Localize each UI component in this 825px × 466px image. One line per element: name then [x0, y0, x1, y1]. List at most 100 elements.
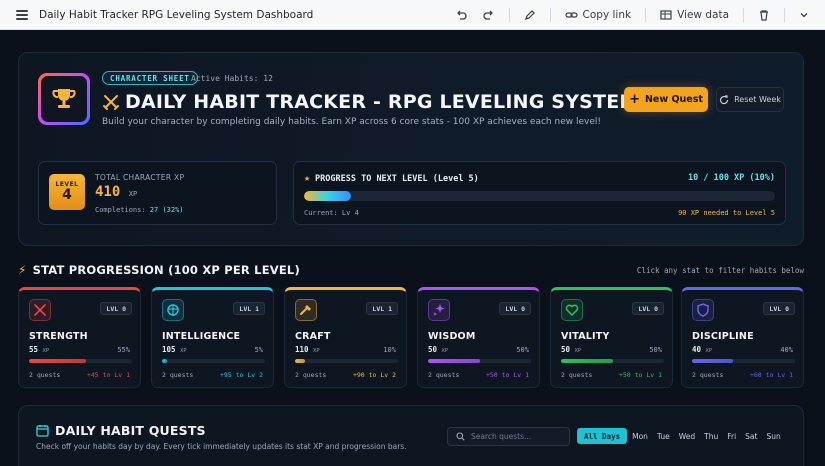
stat-progress-fill	[162, 359, 168, 363]
stat-card-vitality[interactable]: LVL 0 VITALITY 50 XP 50% 2 quests +50 to…	[550, 287, 673, 388]
sparkle-icon	[433, 304, 445, 316]
total-xp-unit: XP	[128, 190, 138, 198]
search-box	[447, 427, 570, 446]
stat-xp: 50 XP	[561, 345, 581, 354]
table-icon	[660, 9, 672, 20]
view-data-button[interactable]: View data	[654, 6, 735, 24]
stat-card-discipline[interactable]: LVL 0 DISCIPLINE 40 XP 40% 2 quests +60 …	[681, 287, 804, 388]
stat-percent: 10%	[383, 346, 396, 354]
stat-progress-fill	[428, 359, 480, 363]
stat-progress-bar	[29, 359, 132, 363]
stat-xp: 50 XP	[428, 345, 448, 354]
stat-xp-unit: XP	[705, 348, 713, 354]
plus-icon: +	[629, 91, 640, 107]
day-tab-thu[interactable]: Thu	[700, 428, 722, 444]
stat-name: WISDOM	[428, 331, 476, 342]
reset-week-button[interactable]: Reset Week	[716, 87, 784, 112]
total-xp-label: TOTAL CHARACTER XP	[95, 173, 185, 182]
stat-name: DISCIPLINE	[692, 331, 754, 342]
character-sheet-card: CHARACTER SHEET Active Habits: 12 DAILY …	[18, 52, 804, 246]
redo-icon	[482, 10, 493, 20]
day-tab-wed[interactable]: Wed	[675, 428, 699, 444]
stat-xp: 55 XP	[29, 345, 49, 354]
day-tab-sat[interactable]: Sat	[741, 428, 761, 444]
stat-xp-value: 110	[295, 345, 309, 354]
star-icon: ★	[304, 173, 311, 184]
stat-name: CRAFT	[295, 331, 331, 342]
level-progress-panel: ★ PROGRESS TO NEXT LEVEL (Level 5) 10 / …	[293, 161, 786, 225]
stat-xp: 110 XP	[295, 345, 320, 354]
stat-icon-box	[428, 299, 450, 321]
day-tab-mon[interactable]: Mon	[628, 428, 652, 444]
day-tab-tue[interactable]: Tue	[653, 428, 674, 444]
active-habits-count: Active Habits: 12	[191, 74, 273, 83]
quests-title: DAILY HABIT QUESTS	[36, 423, 206, 438]
search-input[interactable]	[471, 432, 561, 441]
heart-icon	[565, 304, 579, 317]
delete-button[interactable]	[752, 6, 776, 24]
sword-icon	[34, 304, 46, 316]
stat-percent: 40%	[780, 346, 793, 354]
stat-card-craft[interactable]: LVL 1 CRAFT 110 XP 10% 2 quests +90 to L…	[284, 287, 407, 388]
calendar-icon	[36, 425, 49, 437]
crossed-swords-icon	[103, 95, 119, 110]
stat-quest-count: 2 quests	[561, 371, 593, 379]
copy-link-button[interactable]: Copy link	[559, 6, 638, 24]
stat-quest-count: 2 quests	[692, 371, 724, 379]
stat-xp-value: 50	[428, 345, 438, 354]
brain-icon	[167, 304, 179, 316]
stat-progress-bar	[428, 359, 531, 363]
level-progress-value: 10 / 100 XP (10%)	[688, 173, 775, 183]
trash-icon	[760, 9, 768, 21]
quests-title-text: DAILY HABIT QUESTS	[55, 423, 206, 438]
stat-icon-box	[295, 299, 317, 321]
page-title-text: DAILY HABIT TRACKER - RPG LEVELING SYSTE…	[125, 91, 639, 113]
completions-label: Completions:	[95, 206, 146, 214]
stat-level-badge: LVL 0	[763, 302, 795, 315]
stat-xp-value: 40	[692, 345, 702, 354]
search-icon	[456, 432, 465, 441]
stat-name: VITALITY	[561, 331, 610, 342]
character-sheet-badge: CHARACTER SHEET	[102, 71, 198, 85]
more-dropdown-button[interactable]	[793, 7, 815, 23]
redo-button[interactable]	[477, 6, 501, 24]
current-level: Current: Lv 4	[304, 209, 359, 217]
trophy-badge	[38, 73, 90, 125]
day-tab-fri[interactable]: Fri	[723, 428, 740, 444]
stat-card-intelligence[interactable]: LVL 1 INTELLIGENCE 105 XP 5% 2 quests +9…	[151, 287, 274, 388]
link-icon	[564, 11, 578, 18]
stat-next-level: +95 to Lv 2	[219, 371, 263, 379]
new-quest-button[interactable]: + New Quest	[624, 87, 708, 112]
stat-xp-value: 105	[162, 345, 176, 354]
stat-percent: 55%	[117, 346, 130, 354]
stat-card-wisdom[interactable]: LVL 0 WISDOM 50 XP 50% 2 quests +50 to L…	[417, 287, 540, 388]
view-data-label: View data	[677, 8, 729, 21]
stat-next-level: +60 to Lv 1	[749, 371, 793, 379]
stat-name: STRENGTH	[29, 331, 88, 342]
stat-xp-unit: XP	[313, 348, 320, 354]
stat-xp-unit: XP	[42, 348, 50, 354]
stat-xp: 105 XP	[162, 345, 187, 354]
stat-progress-bar	[692, 359, 795, 363]
stat-next-level: +90 to Lv 2	[352, 371, 396, 379]
menu-icon[interactable]	[16, 9, 30, 21]
undo-button[interactable]	[449, 6, 473, 24]
stat-level-badge: LVL 1	[233, 302, 265, 315]
window-title: Daily Habit Tracker RPG Leveling System …	[39, 8, 314, 21]
stat-card-strength[interactable]: LVL 0 STRENGTH 55 XP 55% 2 quests +45 to…	[18, 287, 141, 388]
stat-level-badge: LVL 0	[100, 302, 132, 315]
completions-value: 27 (32%)	[149, 206, 184, 214]
day-tab-sun[interactable]: Sun	[762, 428, 784, 444]
stat-progress-bar	[162, 359, 265, 363]
stat-xp: 40 XP	[692, 345, 712, 354]
edit-button[interactable]	[518, 6, 542, 24]
stat-percent: 5%	[254, 346, 263, 354]
shield-icon	[697, 303, 709, 317]
page-subtitle: Build your character by completing daily…	[102, 117, 601, 127]
day-tab-all-days[interactable]: All Days	[577, 428, 628, 444]
level-progress-title-text: PROGRESS TO NEXT LEVEL (Level 5)	[315, 173, 479, 184]
total-xp-value: 410 XP	[95, 184, 137, 200]
hammer-icon	[300, 305, 311, 315]
new-quest-label: New Quest	[644, 94, 703, 105]
stat-quest-count: 2 quests	[29, 371, 61, 379]
